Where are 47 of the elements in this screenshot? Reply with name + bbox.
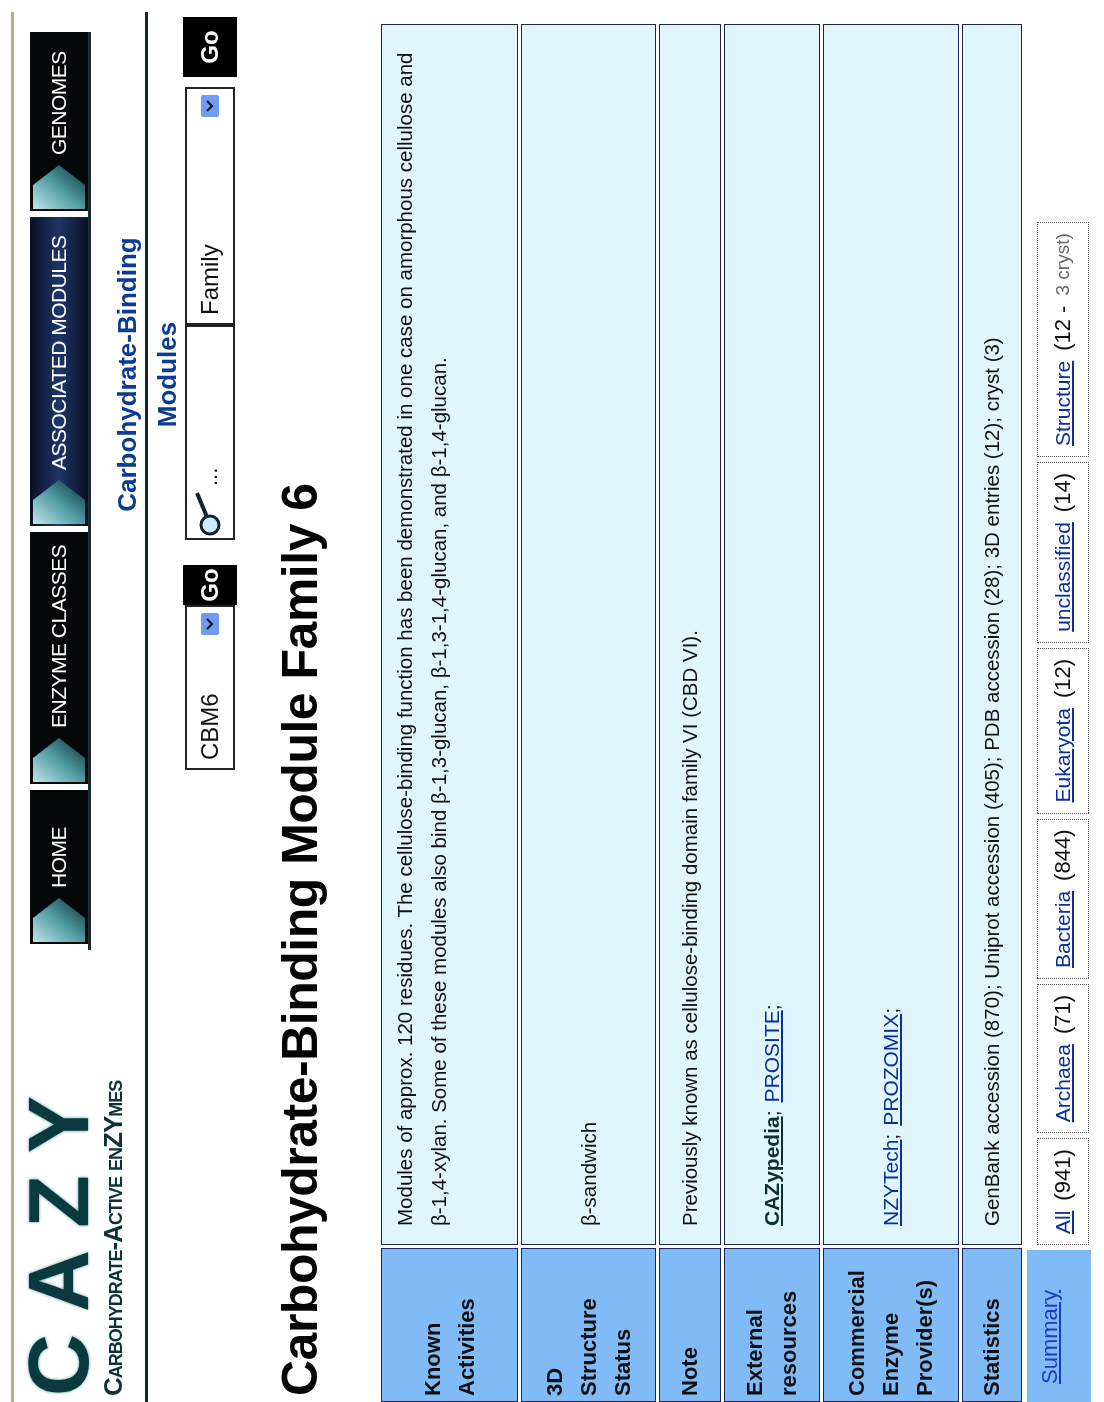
link[interactable]: Structure xyxy=(1051,360,1075,446)
search-field[interactable]: ... xyxy=(185,325,235,540)
separator: ; xyxy=(879,1007,902,1014)
row-header: External resources xyxy=(724,1248,820,1402)
table-cell: GenBank accession (870); Uniprot accession (405); PDB accession (28); 3D entries (12); cryst (3) xyxy=(962,24,1022,1245)
link[interactable]: Archaea xyxy=(1051,1044,1075,1123)
arrow-icon xyxy=(30,163,88,211)
row-header: Known Activities xyxy=(381,1248,518,1402)
count: (941) xyxy=(1050,1149,1076,1201)
count: (14) xyxy=(1050,473,1076,513)
summary-link[interactable]: Summary xyxy=(1037,1289,1062,1384)
link[interactable]: PROZOMIX xyxy=(879,1013,902,1126)
count: (71) xyxy=(1050,994,1076,1035)
arrow-icon xyxy=(30,736,88,784)
go-button[interactable]: Go xyxy=(183,17,237,77)
page-title: Carbohydrate-Binding Module Family 6 xyxy=(271,482,329,1396)
search-scope-dropdown[interactable]: Family xyxy=(185,87,235,325)
table-cell: Modules of approx. 120 residues. The cellulose-binding function has been demonstrated in one case on amorphous cellulose and β-1,4-xylan. Some of these modules also bind β-1,3-glucan, β-1,3-1,4-glucan, and β-1,4-glucan. xyxy=(381,24,518,1245)
table-cell: β-sandwich xyxy=(521,24,656,1245)
row-header: Note xyxy=(659,1248,721,1402)
link[interactable]: Eukaryota xyxy=(1051,708,1075,803)
separator: ; xyxy=(760,1110,783,1117)
tagline: Carbohydrate-Active enZYmes xyxy=(98,1079,129,1396)
dropdown-icon xyxy=(201,95,219,117)
count: (844) xyxy=(1050,829,1076,881)
link[interactable]: PROSITE xyxy=(760,1010,783,1103)
link[interactable]: unclassified xyxy=(1051,522,1075,632)
row-header: Statistics xyxy=(962,1248,1022,1402)
separator: ; xyxy=(879,1133,902,1140)
section-title: Carbohydrate-Binding Modules xyxy=(111,236,183,514)
go-button[interactable]: Go xyxy=(183,565,237,605)
logo: CAZY xyxy=(22,1072,94,1396)
row-header: Commercial Enzyme Provider(s) xyxy=(823,1248,959,1402)
link[interactable]: NZYTech xyxy=(879,1139,902,1226)
count: (12 - xyxy=(1050,305,1076,351)
arrow-icon xyxy=(30,896,88,944)
link[interactable]: All xyxy=(1051,1210,1075,1234)
row-header: 3D Structure Status xyxy=(521,1248,656,1402)
count-note: 3 cryst) xyxy=(1052,233,1074,296)
count: (12) xyxy=(1050,658,1076,698)
separator: ; xyxy=(760,1004,783,1011)
link[interactable]: CAZypedia xyxy=(760,1116,783,1226)
dropdown-icon xyxy=(201,613,219,635)
table-cell: Previously known as cellulose-binding domain family VI (CBD VI). xyxy=(659,24,721,1245)
module-dropdown[interactable]: CBM6 xyxy=(185,605,235,770)
arrow-icon xyxy=(30,478,88,526)
link[interactable]: Bacteria xyxy=(1051,890,1075,968)
